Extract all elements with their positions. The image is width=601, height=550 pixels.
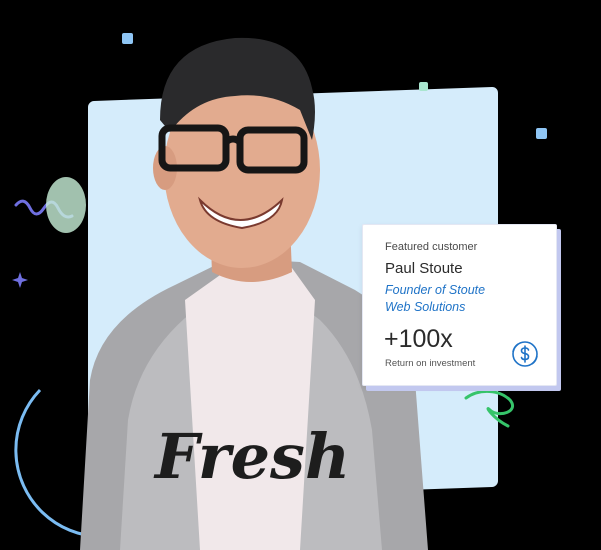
card-eyebrow: Featured customer bbox=[385, 241, 478, 253]
roi-metric-label: Return on investment bbox=[385, 358, 476, 369]
featured-customer-card: Featured customer Paul Stoute Founder of… bbox=[362, 224, 557, 386]
green-squiggle-icon bbox=[464, 390, 514, 428]
confetti-square bbox=[419, 82, 428, 91]
customer-name: Paul Stoute bbox=[385, 260, 463, 277]
confetti-square bbox=[536, 128, 547, 139]
hero-illustration: Fresh Featured customer Paul Stoute Foun… bbox=[0, 0, 601, 550]
customer-role: Founder of Stoute Web Solutions bbox=[385, 282, 545, 316]
shirt-text: Fresh bbox=[153, 420, 350, 493]
t-shirt bbox=[185, 268, 315, 550]
roi-metric: +100x bbox=[384, 325, 453, 353]
customer-role-line1: Founder of Stoute bbox=[385, 283, 486, 297]
confetti-square bbox=[122, 33, 133, 44]
dollar-circle-icon bbox=[512, 341, 538, 367]
customer-role-line2: Web Solutions bbox=[385, 300, 466, 314]
star-icon bbox=[12, 272, 28, 288]
green-blob bbox=[46, 177, 86, 233]
